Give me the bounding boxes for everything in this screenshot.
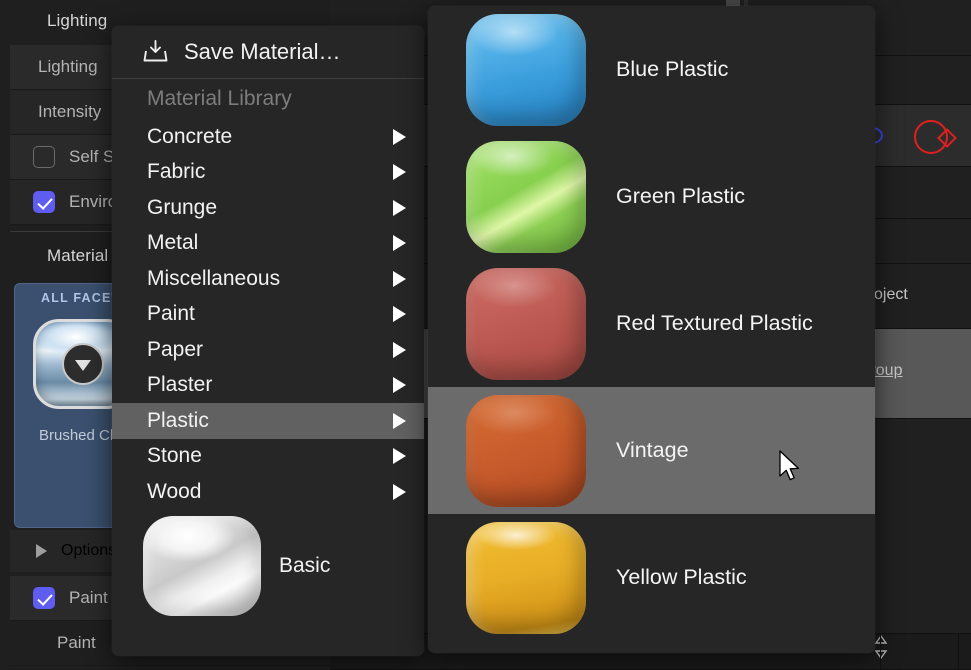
menu-item-paint[interactable]: Paint bbox=[112, 297, 424, 333]
inspector-row-label: Lighting bbox=[38, 57, 98, 77]
submenu-item-label: Vintage bbox=[616, 438, 689, 463]
menu-item-label: Miscellaneous bbox=[147, 267, 280, 291]
submenu-item-red-textured-plastic[interactable]: Red Textured Plastic bbox=[428, 260, 875, 387]
submenu-item-blue-plastic[interactable]: Blue Plastic bbox=[428, 6, 875, 133]
submenu-arrow-icon bbox=[393, 200, 406, 216]
menu-item-basic[interactable]: Basic bbox=[112, 510, 424, 623]
submenu-arrow-icon bbox=[393, 377, 406, 393]
red-textured-plastic-swatch bbox=[466, 268, 586, 380]
menu-item-concrete[interactable]: Concrete bbox=[112, 119, 424, 155]
menu-item-label: Paint bbox=[147, 302, 195, 326]
submenu-arrow-icon bbox=[393, 271, 406, 287]
footer-divider bbox=[958, 634, 959, 670]
menu-item-miscellaneous[interactable]: Miscellaneous bbox=[112, 261, 424, 297]
submenu-item-label: Green Plastic bbox=[616, 184, 745, 209]
inspector-row-label: Paint bbox=[69, 588, 108, 608]
menu-item-label: Metal bbox=[147, 231, 198, 255]
environment-checkbox[interactable] bbox=[33, 191, 55, 213]
menu-item-wood[interactable]: Wood bbox=[112, 474, 424, 510]
menu-item-paper[interactable]: Paper bbox=[112, 332, 424, 368]
inspector-row-label: Options bbox=[61, 542, 116, 560]
inspector-section-lighting-title: Lighting bbox=[47, 11, 107, 31]
menu-item-grunge[interactable]: Grunge bbox=[112, 190, 424, 226]
menu-item-label: Paper bbox=[147, 338, 203, 362]
submenu-arrow-icon bbox=[393, 448, 406, 464]
submenu-arrow-icon bbox=[393, 413, 406, 429]
save-tray-icon bbox=[142, 39, 169, 65]
menu-item-fabric[interactable]: Fabric bbox=[112, 155, 424, 191]
paint-checkbox[interactable] bbox=[33, 587, 55, 609]
menu-item-save-material[interactable]: Save Material… bbox=[112, 26, 424, 78]
menu-item-metal[interactable]: Metal bbox=[112, 226, 424, 262]
submenu-item-green-plastic[interactable]: Green Plastic bbox=[428, 133, 875, 260]
screen-root: Project Group Lighting bbox=[0, 0, 971, 670]
menu-item-label: Grunge bbox=[147, 196, 217, 220]
submenu-item-label: Red Textured Plastic bbox=[616, 311, 813, 336]
menu-item-label: Basic bbox=[279, 554, 330, 578]
red-keyframe-group[interactable] bbox=[914, 118, 970, 158]
submenu-item-yellow-plastic[interactable]: Yellow Plastic bbox=[428, 514, 875, 641]
yellow-plastic-swatch bbox=[466, 522, 586, 634]
inspector-row-label: Paint bbox=[57, 633, 96, 653]
menu-item-label: Stone bbox=[147, 444, 202, 468]
stepper-up-down-icon[interactable] bbox=[873, 634, 889, 661]
footer-divider bbox=[880, 634, 881, 670]
menu-section-header-material-library: Material Library bbox=[112, 79, 424, 119]
chevron-down-icon[interactable] bbox=[62, 343, 104, 385]
submenu-arrow-icon bbox=[393, 484, 406, 500]
plastic-submenu[interactable]: Blue Plastic Green Plastic Red Textured … bbox=[428, 6, 875, 653]
menu-item-label: Save Material… bbox=[184, 39, 341, 65]
submenu-item-label: Yellow Plastic bbox=[616, 565, 747, 590]
submenu-item-vintage[interactable]: Vintage bbox=[428, 387, 875, 514]
submenu-arrow-icon bbox=[393, 164, 406, 180]
self-shadows-checkbox[interactable] bbox=[33, 146, 55, 168]
menu-item-label: Wood bbox=[147, 480, 201, 504]
submenu-item-label: Blue Plastic bbox=[616, 57, 728, 82]
inspector-section-material-title: Material bbox=[47, 246, 108, 266]
triangle-right-icon[interactable] bbox=[36, 544, 47, 558]
submenu-arrow-icon bbox=[393, 342, 406, 358]
vintage-plastic-swatch bbox=[466, 395, 586, 507]
menu-item-label: Fabric bbox=[147, 160, 205, 184]
submenu-arrow-icon bbox=[393, 235, 406, 251]
submenu-arrow-icon bbox=[393, 306, 406, 322]
menu-item-plastic[interactable]: Plastic bbox=[112, 403, 424, 439]
menu-item-label: Plastic bbox=[147, 409, 209, 433]
green-plastic-swatch bbox=[466, 141, 586, 253]
menu-item-label: Concrete bbox=[147, 125, 232, 149]
material-context-menu[interactable]: Save Material… Material Library Concrete… bbox=[112, 26, 424, 656]
blue-plastic-swatch bbox=[466, 14, 586, 126]
menu-item-label: Plaster bbox=[147, 373, 212, 397]
inspector-row-label: Intensity bbox=[38, 102, 101, 122]
menu-item-plaster[interactable]: Plaster bbox=[112, 368, 424, 404]
menu-item-stone[interactable]: Stone bbox=[112, 439, 424, 475]
submenu-arrow-icon bbox=[393, 129, 406, 145]
white-plastic-swatch bbox=[143, 516, 261, 616]
